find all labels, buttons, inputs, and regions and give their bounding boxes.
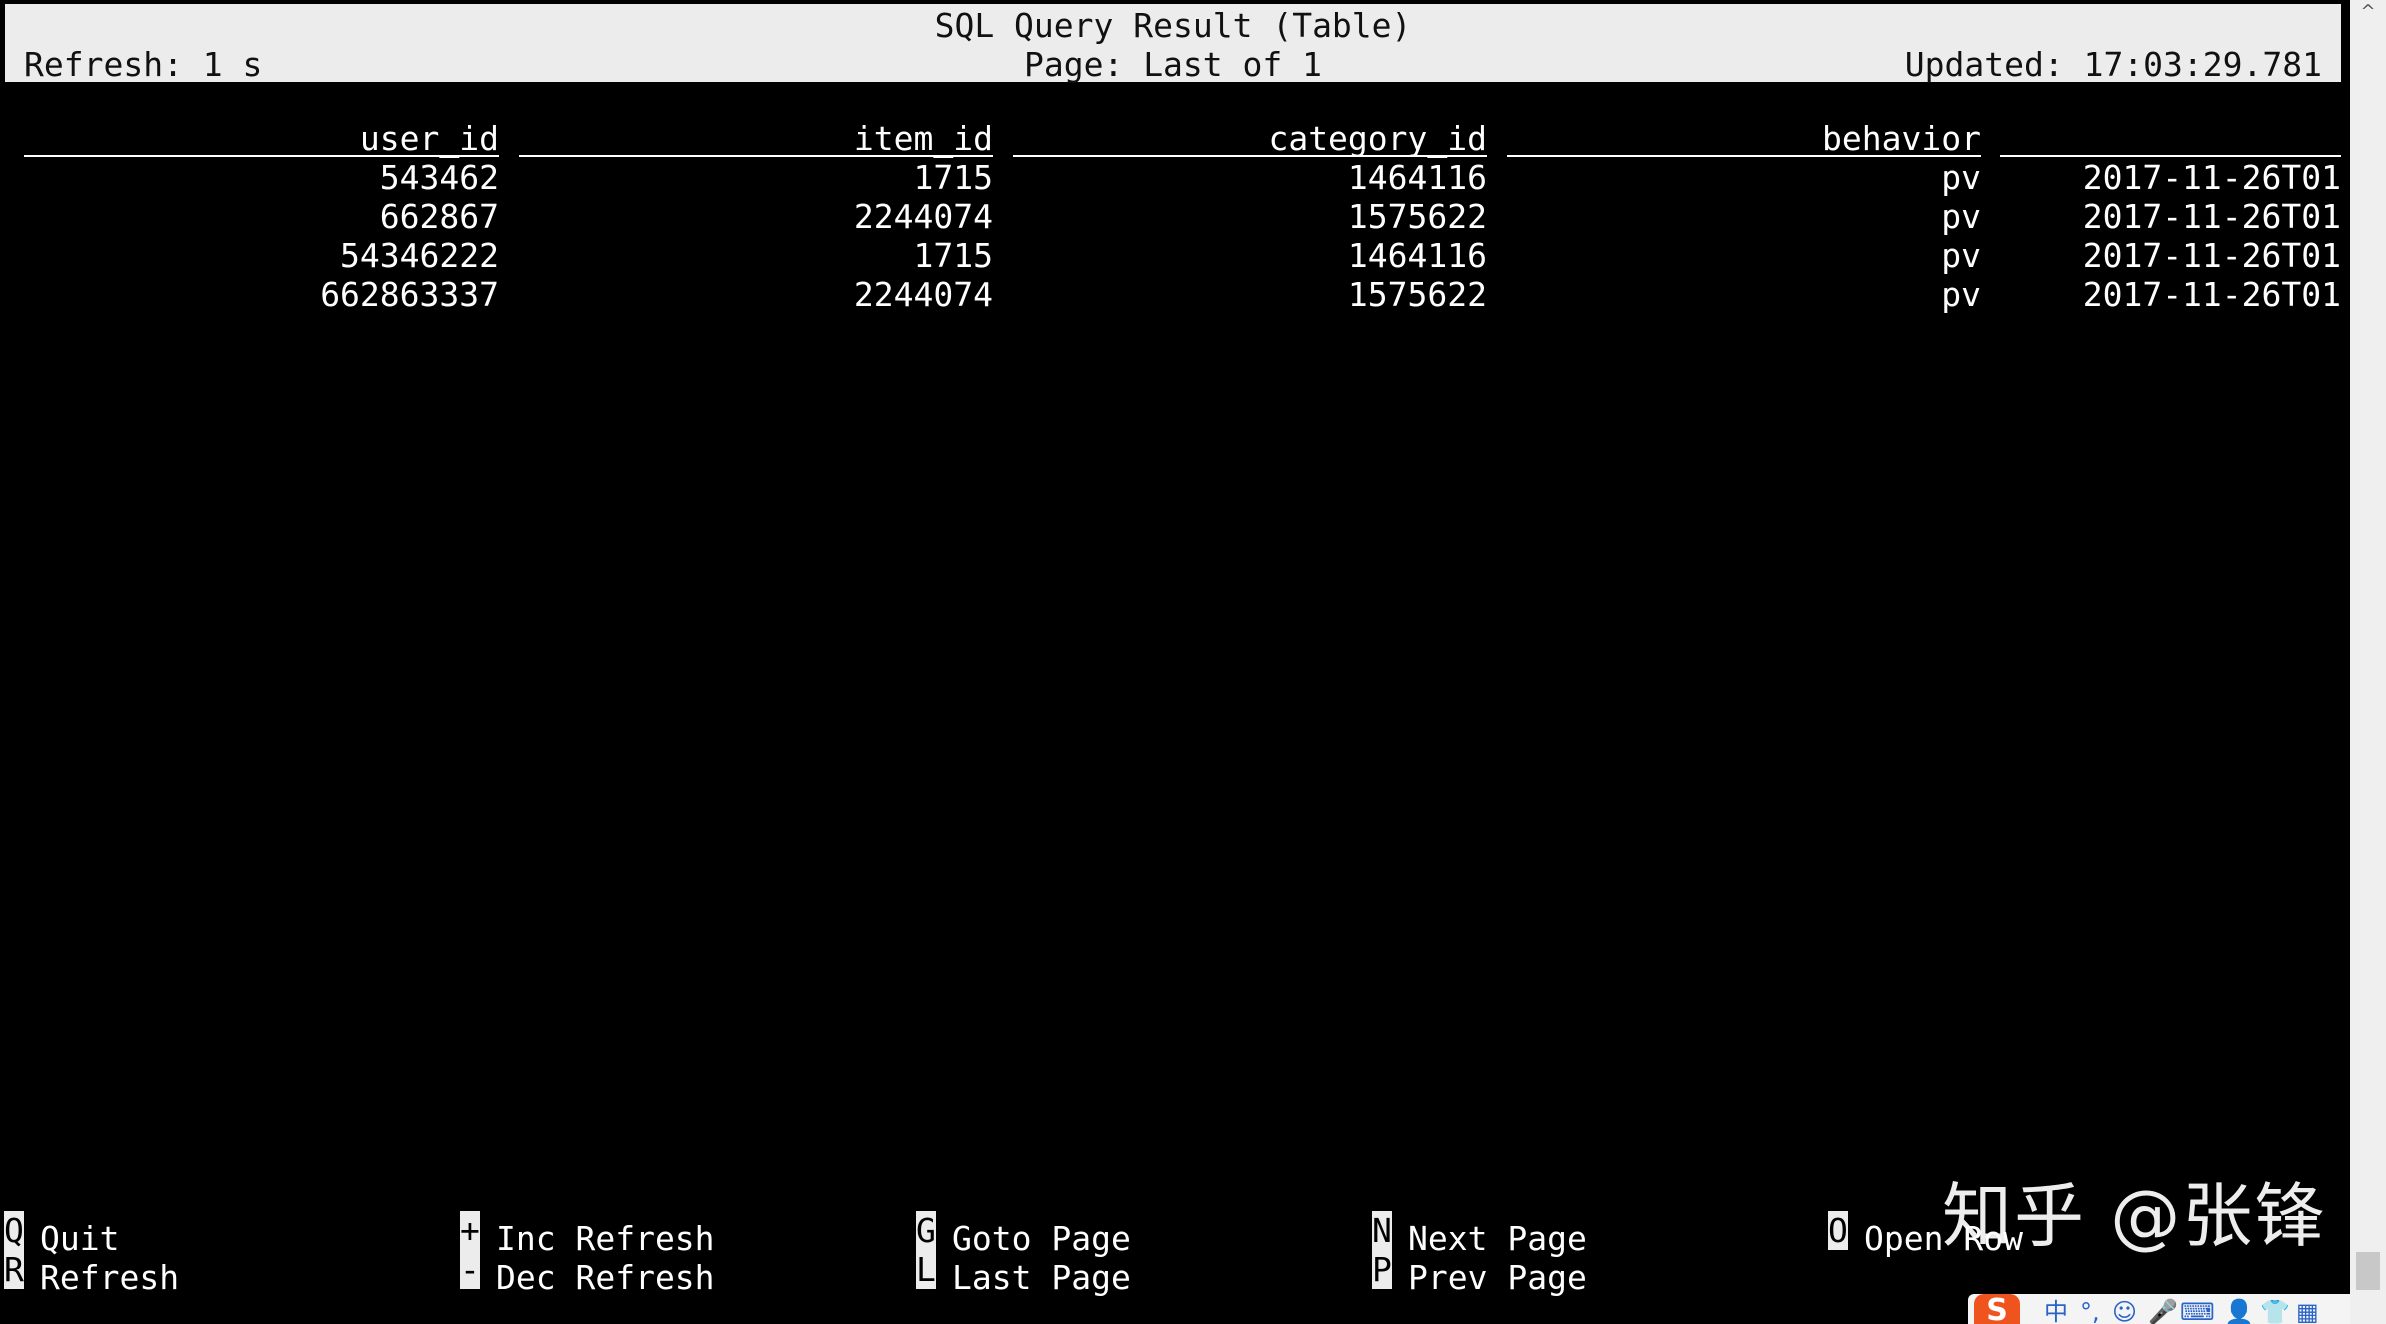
- shortcut-key: G: [916, 1211, 936, 1250]
- cell-item-id: 2244074: [853, 275, 993, 314]
- chinese-mode-icon[interactable]: 中: [2044, 1298, 2068, 1324]
- column-header-truncated: [2000, 119, 2341, 157]
- cell-item-id: 1715: [913, 158, 993, 197]
- table-row[interactable]: 543462 1715 1464116 pv 2017-11-26T01: [0, 158, 2346, 197]
- updated-timestamp: Updated: 17:03:29.781: [1904, 45, 2322, 84]
- ime-toolbar: S 中 °, ☺ 🎤 ⌨ 👤 👕 ▦: [1968, 1294, 2350, 1324]
- refresh-shortcut[interactable]: R Refresh: [4, 1250, 179, 1297]
- shortcut-label: Last Page: [952, 1258, 1131, 1297]
- cell-item-id: 2244074: [853, 197, 993, 236]
- cell-user-id: 543462: [379, 158, 499, 197]
- prev-page-shortcut[interactable]: P Prev Page: [1372, 1250, 1587, 1297]
- sogou-logo-icon[interactable]: S: [1974, 1294, 2020, 1324]
- column-header-item-id: item_id: [519, 119, 993, 158]
- shortcut-label: Refresh: [40, 1258, 180, 1297]
- vertical-scrollbar[interactable]: ^: [2350, 0, 2386, 1324]
- cell-user-id: 662867: [379, 197, 499, 236]
- shortcut-key: N: [1372, 1211, 1392, 1250]
- shortcut-key: Q: [4, 1211, 24, 1250]
- cell-behavior: pv: [1941, 197, 1981, 236]
- table-row[interactable]: 662863337 2244074 1575622 pv 2017-11-26T…: [0, 275, 2346, 314]
- column-header-behavior: behavior: [1507, 119, 1981, 158]
- cell-timestamp: 2017-11-26T01: [2082, 197, 2341, 236]
- scroll-thumb[interactable]: [2356, 1252, 2380, 1290]
- dec-refresh-shortcut[interactable]: - Dec Refresh: [460, 1250, 715, 1297]
- cell-timestamp: 2017-11-26T01: [2082, 236, 2341, 275]
- zhihu-watermark: 知乎 @张锋: [1942, 1175, 2327, 1257]
- cell-item-id: 1715: [913, 236, 993, 275]
- microphone-icon[interactable]: 🎤: [2148, 1298, 2178, 1324]
- table-row[interactable]: 662867 2244074 1575622 pv 2017-11-26T01: [0, 197, 2346, 236]
- column-header-category-id: category_id: [1013, 119, 1487, 158]
- shortcut-key: +: [460, 1211, 480, 1250]
- shortcut-key: R: [4, 1250, 24, 1289]
- shortcut-key: O: [1828, 1211, 1848, 1250]
- terminal-screen: SQL Query Result (Table) Refresh: 1 s Pa…: [0, 0, 2386, 1324]
- cell-timestamp: 2017-11-26T01: [2082, 275, 2341, 314]
- cell-behavior: pv: [1941, 158, 1981, 197]
- shortcut-label: Prev Page: [1408, 1258, 1587, 1297]
- result-table: user_id item_id category_id behavior 543…: [0, 119, 2346, 314]
- shortcut-key: L: [916, 1250, 936, 1289]
- result-title: SQL Query Result (Table): [934, 6, 1412, 45]
- emoji-icon[interactable]: ☺: [2112, 1298, 2137, 1324]
- cell-category-id: 1464116: [1347, 236, 1487, 275]
- shortcut-key: P: [1372, 1250, 1392, 1289]
- cell-timestamp: 2017-11-26T01: [2082, 158, 2341, 197]
- keyboard-icon[interactable]: ⌨: [2180, 1298, 2215, 1324]
- punctuation-icon[interactable]: °,: [2080, 1298, 2100, 1324]
- grid-menu-icon[interactable]: ▦: [2296, 1298, 2319, 1324]
- column-header-user-id: user_id: [24, 119, 499, 158]
- shortcut-key: -: [460, 1250, 480, 1289]
- cell-user-id: 662863337: [320, 275, 499, 314]
- cell-category-id: 1575622: [1347, 275, 1487, 314]
- cell-behavior: pv: [1941, 275, 1981, 314]
- user-icon[interactable]: 👤: [2224, 1298, 2254, 1324]
- cell-category-id: 1575622: [1347, 197, 1487, 236]
- table-row[interactable]: 54346222 1715 1464116 pv 2017-11-26T01: [0, 236, 2346, 275]
- skin-icon[interactable]: 👕: [2260, 1298, 2290, 1324]
- cell-user-id: 54346222: [340, 236, 499, 275]
- table-header-row: user_id item_id category_id behavior: [0, 119, 2346, 158]
- scroll-up-icon[interactable]: ^: [2358, 2, 2378, 22]
- cell-behavior: pv: [1941, 236, 1981, 275]
- cell-category-id: 1464116: [1347, 158, 1487, 197]
- shortcut-label: Dec Refresh: [496, 1258, 715, 1297]
- status-header: SQL Query Result (Table) Refresh: 1 s Pa…: [5, 4, 2341, 84]
- last-page-shortcut[interactable]: L Last Page: [916, 1250, 1131, 1297]
